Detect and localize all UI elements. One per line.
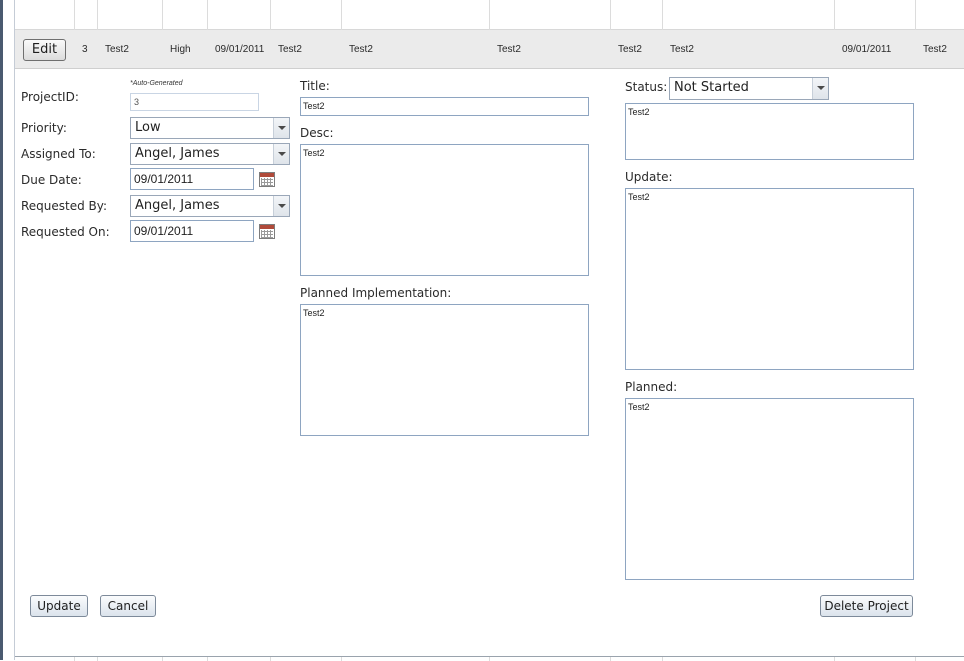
desc-textarea[interactable]: Test2 — [300, 144, 589, 276]
update-button[interactable]: Update — [30, 595, 88, 617]
status-label: Status: — [625, 80, 668, 94]
grid-selected-row[interactable]: Edit 3 Test2 High 09/01/2011 Test2 Test2… — [15, 30, 964, 69]
planned-label: Planned: — [625, 380, 678, 394]
row-cell-planned: Test2 — [670, 44, 694, 55]
assigned-to-select[interactable]: Angel, James — [130, 143, 290, 165]
auto-generated-note: *Auto-Generated — [130, 80, 183, 87]
row-cell-project-id: 3 — [82, 44, 88, 55]
requested-by-selected-value: Angel, James — [135, 198, 220, 213]
chevron-down-icon[interactable] — [273, 118, 289, 138]
status-selected-value: Not Started — [674, 80, 749, 95]
calendar-icon[interactable] — [259, 172, 275, 187]
cancel-button[interactable]: Cancel — [100, 595, 156, 617]
chevron-down-icon[interactable] — [273, 196, 289, 216]
row-cell-requested-on: 09/01/2011 — [842, 44, 892, 55]
grid-left-border — [14, 0, 15, 660]
edit-button[interactable]: Edit — [23, 39, 66, 61]
title-label: Title: — [300, 79, 330, 93]
chevron-down-icon[interactable] — [812, 78, 828, 99]
requested-on-field[interactable]: 09/01/2011 — [130, 220, 254, 242]
planned-implementation-label: Planned Implementation: — [300, 286, 452, 300]
requested-by-label: Requested By: — [21, 199, 108, 213]
row-cell-title: Test2 — [105, 44, 129, 55]
chevron-down-icon[interactable] — [273, 144, 289, 164]
window-left-border — [0, 0, 3, 660]
update-textarea[interactable]: Test2 — [625, 188, 914, 370]
row-cell-priority: High — [170, 44, 191, 55]
due-date-label: Due Date: — [21, 173, 82, 187]
planned-textarea[interactable]: Test2 — [625, 398, 914, 580]
row-cell-update: Test2 — [618, 44, 642, 55]
row-cell-status-note: Test2 — [497, 44, 521, 55]
row-cell-planned-implementation: Test2 — [349, 44, 373, 55]
due-date-field[interactable]: 09/01/2011 — [130, 168, 254, 190]
project-id-field: 3 — [130, 93, 259, 111]
desc-label: Desc: — [300, 126, 334, 140]
grid-next-row — [15, 656, 964, 661]
requested-on-label: Requested On: — [21, 225, 110, 239]
update-label: Update: — [625, 170, 673, 184]
calendar-icon[interactable] — [259, 224, 275, 239]
title-field[interactable]: Test2 — [300, 97, 589, 116]
priority-selected-value: Low — [135, 120, 161, 135]
grid-previous-row — [15, 0, 964, 30]
row-cell-extra: Test2 — [923, 44, 947, 55]
planned-implementation-textarea[interactable]: Test2 — [300, 304, 589, 436]
row-cell-due-date: 09/01/2011 — [215, 44, 265, 55]
project-id-label: ProjectID: — [21, 90, 79, 104]
priority-label: Priority: — [21, 121, 67, 135]
status-note-textarea[interactable]: Test2 — [625, 103, 914, 160]
delete-project-button[interactable]: Delete Project — [820, 595, 913, 617]
assigned-to-selected-value: Angel, James — [135, 146, 220, 161]
status-select[interactable]: Not Started — [669, 77, 829, 100]
requested-by-select[interactable]: Angel, James — [130, 195, 290, 217]
row-cell-desc: Test2 — [278, 44, 302, 55]
priority-select[interactable]: Low — [130, 117, 290, 139]
assigned-to-label: Assigned To: — [21, 147, 96, 161]
